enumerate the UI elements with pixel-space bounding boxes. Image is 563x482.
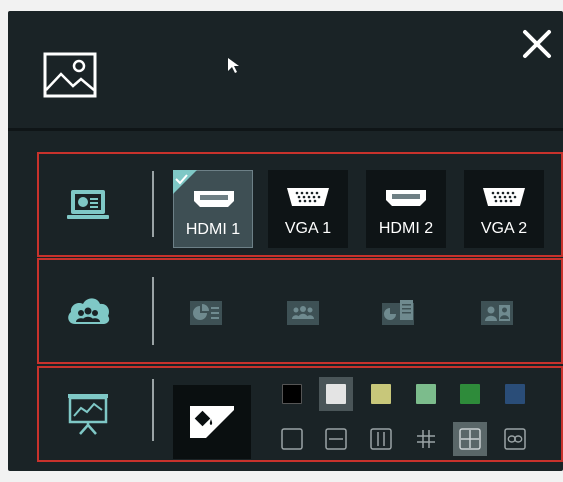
source-label: HDMI 1 — [185, 221, 241, 238]
image-icon[interactable] — [43, 52, 97, 98]
pattern-horizontal-line[interactable] — [319, 422, 353, 456]
color-swatch-navy[interactable] — [498, 377, 532, 411]
background-fill-button[interactable] — [173, 385, 251, 459]
pattern-grid[interactable] — [409, 422, 443, 456]
blank-pattern-icon — [281, 428, 303, 450]
presentation-board-icon — [68, 394, 108, 435]
pattern-cross[interactable] — [453, 422, 487, 456]
swatch-fill — [282, 384, 302, 404]
swatch-fill — [505, 384, 525, 404]
infinity-pattern-icon — [504, 428, 526, 450]
source-hdmi-1[interactable]: HDMI 1 — [173, 170, 253, 248]
row-separator — [152, 171, 154, 237]
pattern-blank[interactable] — [275, 422, 309, 456]
grid-pattern-icon — [417, 430, 435, 448]
pattern-vertical-lines[interactable] — [364, 422, 398, 456]
vertical-lines-pattern-icon — [370, 428, 392, 450]
color-swatch-white[interactable] — [319, 377, 353, 411]
mouse-cursor-icon — [228, 58, 239, 73]
paint-bucket-icon — [190, 406, 234, 438]
cross-pattern-icon — [459, 428, 481, 450]
vga-port-icon — [483, 188, 525, 206]
source-label: VGA 1 — [284, 220, 332, 237]
color-swatch-khaki[interactable] — [364, 377, 398, 411]
horizontal-line-pattern-icon — [325, 428, 347, 450]
color-swatch-black[interactable] — [275, 377, 309, 411]
background-select-row — [37, 366, 563, 462]
cloud-users-icon — [68, 298, 110, 324]
row-separator — [152, 277, 154, 345]
source-vga-1[interactable]: VGA 1 — [268, 170, 348, 248]
laptop-screen-icon — [67, 190, 109, 219]
source-label: HDMI 2 — [378, 220, 434, 237]
swatch-fill — [460, 384, 480, 404]
chart-text-layout-icon[interactable] — [189, 298, 223, 328]
source-panel: HDMI 1 VGA 1 HDMI 2 VGA 2 — [8, 11, 563, 471]
swatch-fill — [371, 384, 391, 404]
source-vga-2[interactable]: VGA 2 — [464, 170, 544, 248]
hdmi-port-icon — [194, 191, 234, 207]
layout-select-row — [37, 258, 563, 364]
header-divider — [8, 128, 563, 131]
hdmi-port-icon — [386, 190, 426, 206]
color-swatch-green[interactable] — [453, 377, 487, 411]
vga-port-icon — [287, 188, 329, 206]
swatch-fill — [416, 384, 436, 404]
swatch-fill — [326, 384, 346, 404]
source-hdmi-2[interactable]: HDMI 2 — [366, 170, 446, 248]
row-separator — [152, 379, 154, 441]
close-icon[interactable] — [520, 27, 554, 61]
source-label: VGA 2 — [480, 220, 528, 237]
source-select-row: HDMI 1 VGA 1 HDMI 2 VGA 2 — [37, 152, 563, 257]
color-swatch-mint[interactable] — [409, 377, 443, 411]
person-card-layout-icon[interactable] — [480, 298, 514, 328]
pattern-infinity[interactable] — [498, 422, 532, 456]
grouped-users-layout-icon[interactable] — [286, 298, 320, 328]
chart-document-layout-icon[interactable] — [381, 298, 415, 328]
